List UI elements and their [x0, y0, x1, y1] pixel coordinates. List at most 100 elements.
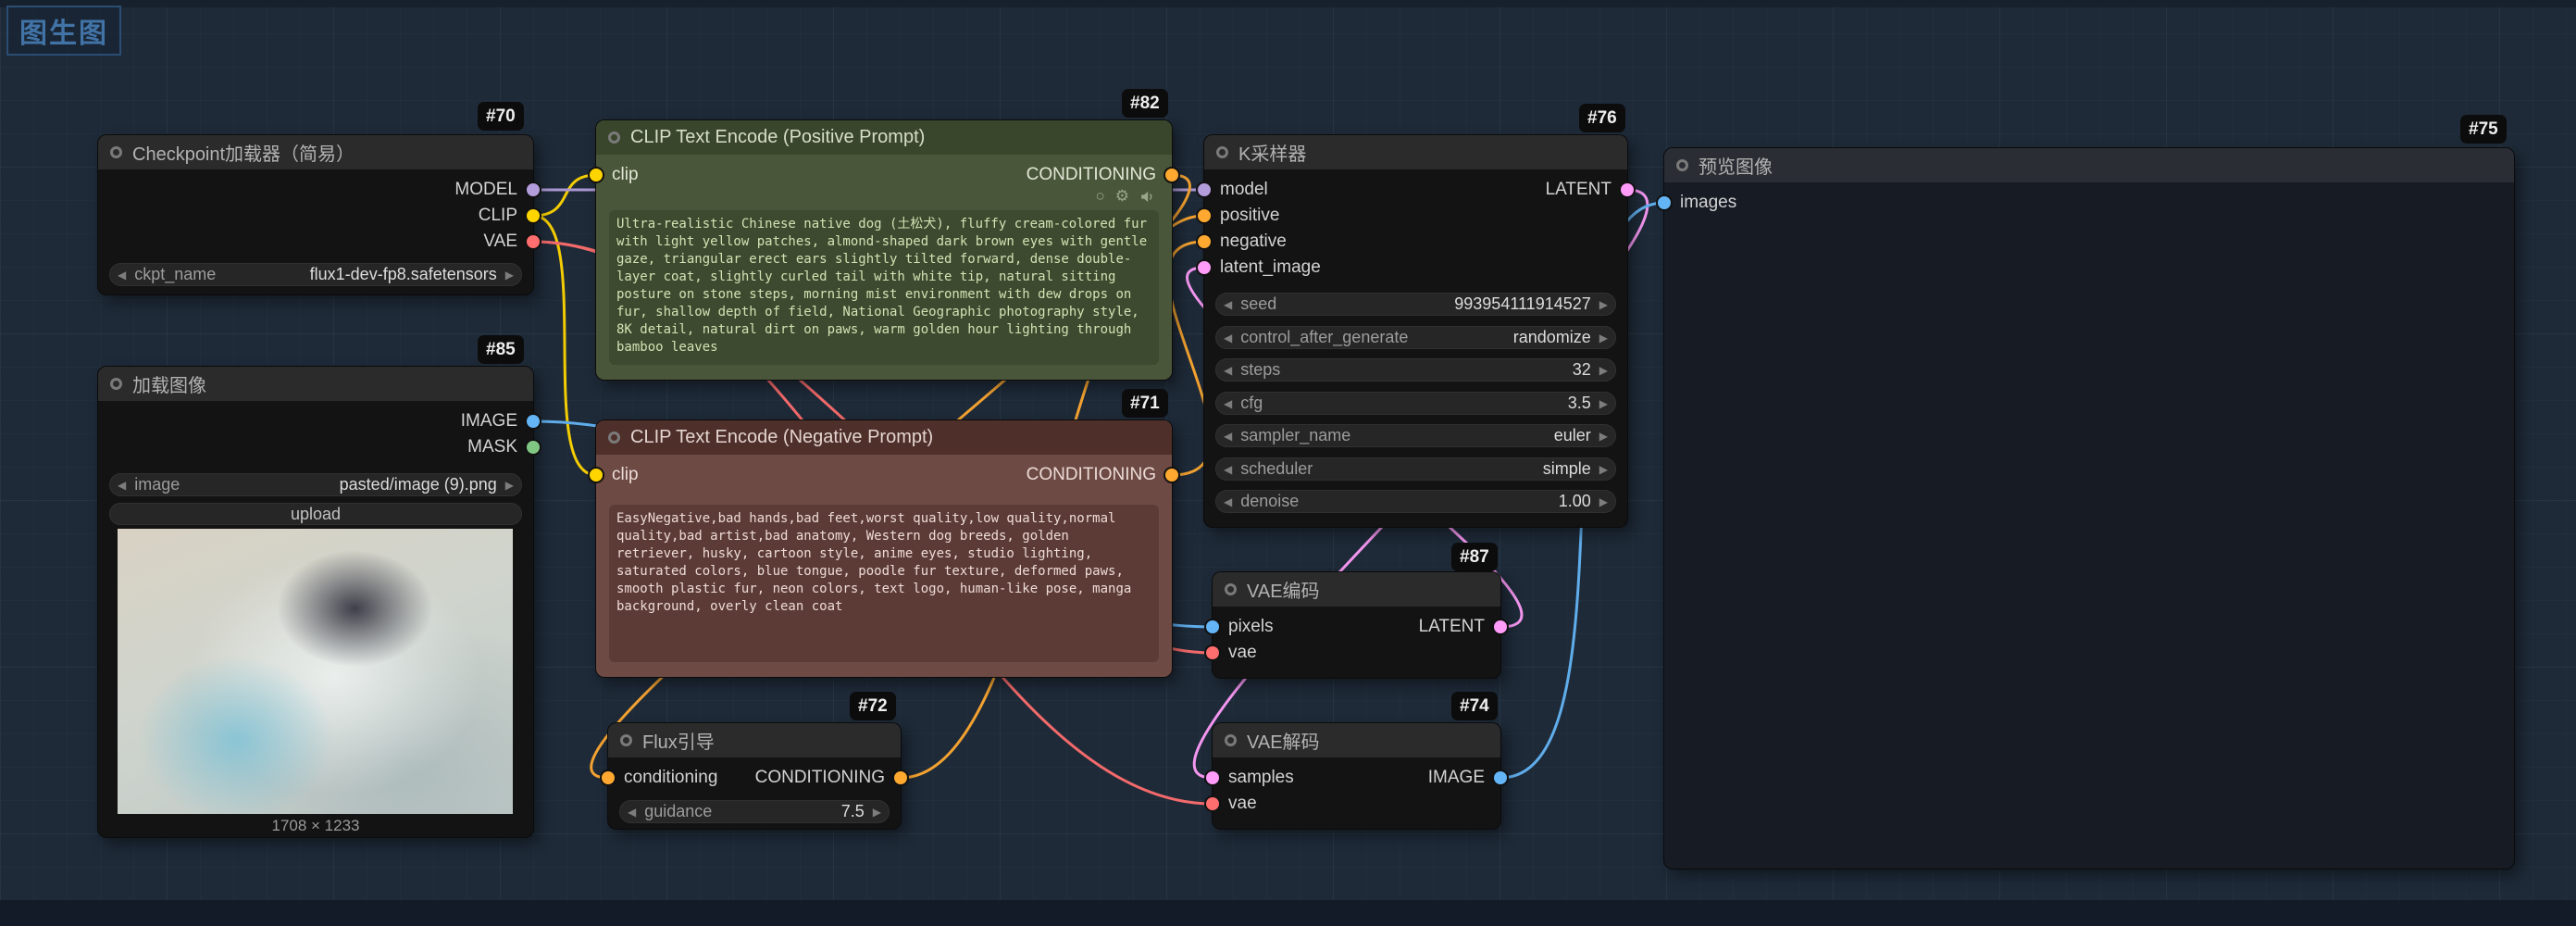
widget-ckpt-name[interactable]: ◀ ckpt_name flux1-dev-fp8.safetensors ▶ — [109, 263, 522, 286]
increment-arrow-icon[interactable]: ▶ — [1599, 398, 1608, 409]
output-label-image: IMAGE — [461, 411, 517, 432]
input-socket-conditioning[interactable] — [602, 771, 615, 784]
decrement-arrow-icon[interactable]: ◀ — [1224, 332, 1232, 344]
collapse-dot-icon[interactable] — [110, 146, 122, 158]
increment-arrow-icon[interactable]: ▶ — [1599, 431, 1608, 442]
node-vae-encode[interactable]: VAE编码 pixels LATENT vae — [1213, 572, 1500, 678]
increment-arrow-icon[interactable]: ▶ — [1599, 464, 1608, 475]
io-row-model-latent: model LATENT — [1204, 177, 1627, 203]
input-socket-vae[interactable] — [1206, 646, 1219, 659]
increment-arrow-icon[interactable]: ▶ — [873, 807, 881, 818]
speaker-icon[interactable] — [1139, 189, 1155, 205]
input-socket-model[interactable] — [1198, 183, 1211, 196]
input-socket-images[interactable] — [1658, 196, 1671, 209]
collapse-dot-icon[interactable] — [608, 432, 620, 444]
increment-arrow-icon[interactable]: ▶ — [1599, 365, 1608, 376]
node-preview-image[interactable]: 预览图像 images — [1664, 148, 2514, 869]
output-socket-clip[interactable] — [527, 209, 540, 222]
collapse-dot-icon[interactable] — [1216, 146, 1228, 158]
collapse-dot-icon[interactable] — [1676, 159, 1688, 171]
node-header[interactable]: 加载图像 — [98, 367, 533, 401]
widget-image-file[interactable]: ◀ image pasted/image (9).png ▶ — [109, 473, 522, 496]
decrement-arrow-icon[interactable]: ◀ — [1224, 496, 1232, 507]
node-clip-encode-positive[interactable]: CLIP Text Encode (Positive Prompt) clip … — [596, 120, 1172, 380]
widget-guidance[interactable]: ◀ guidance 7.5 ▶ — [619, 800, 890, 823]
output-socket-mask[interactable] — [527, 441, 540, 454]
node-badge-76: #76 — [1579, 104, 1625, 132]
widget-control-after-generate[interactable]: ◀ control_after_generate randomize ▶ — [1215, 326, 1616, 349]
decrement-arrow-icon[interactable]: ◀ — [628, 807, 636, 818]
node-flux-guidance[interactable]: Flux引导 conditioning CONDITIONING ◀ guida… — [608, 723, 901, 829]
widget-value: 1.00 — [1559, 492, 1591, 511]
output-socket-conditioning[interactable] — [1165, 469, 1178, 482]
input-socket-positive[interactable] — [1198, 209, 1211, 222]
decrement-arrow-icon[interactable]: ◀ — [1224, 299, 1232, 310]
input-socket-latent-image[interactable] — [1198, 261, 1211, 274]
node-header[interactable]: CLIP Text Encode (Positive Prompt) — [596, 120, 1172, 155]
output-socket-model[interactable] — [527, 183, 540, 196]
output-row-image: IMAGE — [98, 408, 533, 434]
widget-value: 993954111914527 — [1454, 294, 1591, 314]
node-checkpoint-loader[interactable]: Checkpoint加载器（简易） MODEL CLIP VAE ◀ ckpt_… — [98, 135, 533, 294]
node-header[interactable]: 预览图像 — [1664, 148, 2514, 182]
decrement-arrow-icon[interactable]: ◀ — [118, 480, 126, 491]
decrement-arrow-icon[interactable]: ◀ — [1224, 365, 1232, 376]
widget-cfg[interactable]: ◀ cfg 3.5 ▶ — [1215, 392, 1616, 415]
output-socket-image[interactable] — [527, 415, 540, 428]
collapse-dot-icon[interactable] — [608, 131, 620, 144]
input-socket-clip[interactable] — [590, 469, 603, 482]
increment-arrow-icon[interactable]: ▶ — [1599, 299, 1608, 310]
increment-arrow-icon[interactable]: ▶ — [505, 480, 514, 491]
increment-arrow-icon[interactable]: ▶ — [505, 269, 514, 281]
increment-arrow-icon[interactable]: ▶ — [1599, 496, 1608, 507]
output-label-clip: CLIP — [479, 206, 517, 226]
positive-prompt-textarea[interactable]: Ultra-realistic Chinese native dog (土松犬)… — [609, 210, 1159, 365]
collapse-dot-icon[interactable] — [1225, 734, 1237, 746]
widget-sampler-name[interactable]: ◀ sampler_name euler ▶ — [1215, 424, 1616, 447]
output-socket-image[interactable] — [1494, 771, 1507, 784]
widget-scheduler[interactable]: ◀ scheduler simple ▶ — [1215, 457, 1616, 481]
negative-prompt-textarea[interactable]: EasyNegative,bad hands,bad feet,worst qu… — [609, 505, 1159, 662]
collapse-dot-icon[interactable] — [1225, 583, 1237, 595]
gear-icon[interactable]: ⚙ — [1115, 187, 1129, 206]
node-header[interactable]: Checkpoint加载器（简易） — [98, 135, 533, 169]
circle-icon[interactable]: ○ — [1095, 187, 1104, 206]
output-socket-latent[interactable] — [1621, 183, 1634, 196]
widget-value: randomize — [1513, 328, 1591, 347]
upload-button[interactable]: upload — [109, 503, 522, 525]
node-load-image[interactable]: 加载图像 IMAGE MASK ◀ image pasted/image (9)… — [98, 367, 533, 837]
output-socket-conditioning[interactable] — [1165, 169, 1178, 181]
node-header[interactable]: Flux引导 — [608, 723, 901, 757]
increment-arrow-icon[interactable]: ▶ — [1599, 332, 1608, 344]
node-header[interactable]: K采样器 — [1204, 135, 1627, 169]
collapse-dot-icon[interactable] — [110, 378, 122, 390]
output-socket-latent[interactable] — [1494, 620, 1507, 633]
node-badge-75: #75 — [2460, 115, 2507, 144]
input-socket-clip[interactable] — [590, 169, 603, 181]
decrement-arrow-icon[interactable]: ◀ — [1224, 431, 1232, 442]
decrement-arrow-icon[interactable]: ◀ — [118, 269, 126, 281]
node-header[interactable]: VAE解码 — [1213, 723, 1500, 757]
node-clip-encode-negative[interactable]: CLIP Text Encode (Negative Prompt) clip … — [596, 420, 1172, 677]
output-label-conditioning: CONDITIONING — [755, 768, 885, 788]
input-socket-pixels[interactable] — [1206, 620, 1219, 633]
decrement-arrow-icon[interactable]: ◀ — [1224, 464, 1232, 475]
output-socket-vae[interactable] — [527, 235, 540, 248]
widget-denoise[interactable]: ◀ denoise 1.00 ▶ — [1215, 490, 1616, 513]
widget-value: 32 — [1573, 360, 1591, 380]
input-socket-vae[interactable] — [1206, 797, 1219, 810]
input-socket-negative[interactable] — [1198, 235, 1211, 248]
input-socket-samples[interactable] — [1206, 771, 1219, 784]
output-label-latent: LATENT — [1546, 180, 1612, 200]
input-label-negative: negative — [1220, 232, 1287, 252]
node-header[interactable]: VAE编码 — [1213, 572, 1500, 607]
node-header[interactable]: CLIP Text Encode (Negative Prompt) — [596, 420, 1172, 455]
widget-seed[interactable]: ◀ seed 993954111914527 ▶ — [1215, 293, 1616, 316]
decrement-arrow-icon[interactable]: ◀ — [1224, 398, 1232, 409]
node-ksampler[interactable]: K采样器 model LATENT positive negative late… — [1204, 135, 1627, 527]
output-socket-conditioning[interactable] — [894, 771, 907, 784]
node-vae-decode[interactable]: VAE解码 samples IMAGE vae — [1213, 723, 1500, 829]
output-row-vae: VAE — [98, 229, 533, 255]
collapse-dot-icon[interactable] — [620, 734, 632, 746]
widget-steps[interactable]: ◀ steps 32 ▶ — [1215, 358, 1616, 382]
